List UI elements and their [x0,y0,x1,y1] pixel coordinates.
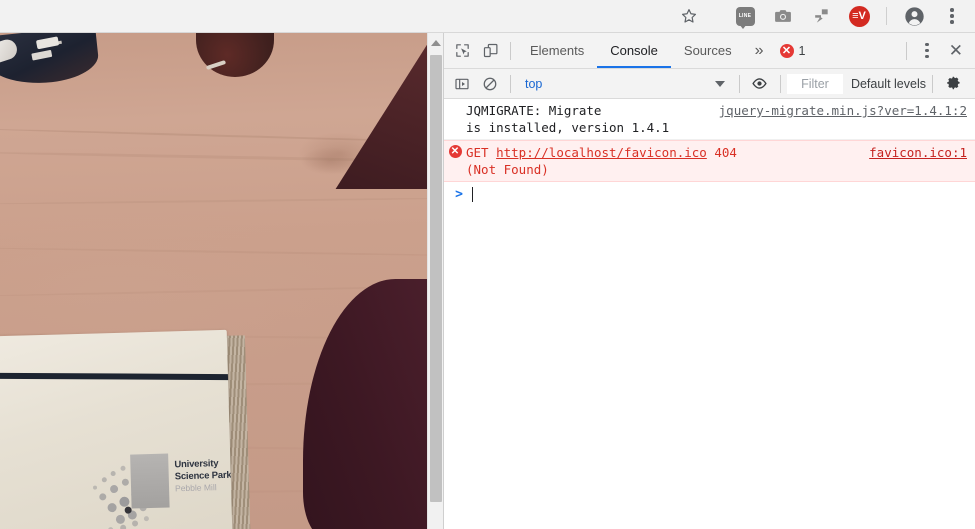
error-source-link[interactable]: favicon.ico:1 [869,144,967,161]
console-text-cursor [472,187,473,202]
console-message-log[interactable]: JQMIGRATE: Migrate is installed, version… [444,99,975,140]
console-sidebar-icon[interactable] [448,70,476,98]
devtools-kebab-menu-icon[interactable] [913,37,941,65]
live-expression-eye-icon[interactable] [746,70,774,98]
console-message-error[interactable]: ✕ GET http://localhost/favicon.ico 404 (… [444,140,975,182]
tabbar-right-group: ✕ [900,37,971,65]
devtools-tabbar: Elements Console Sources » ✕ 1 ✕ [444,33,975,69]
tab-console-label: Console [610,43,658,58]
message-text-line-2: is installed, version 1.4.1 [466,120,670,135]
pin-extension-icon[interactable] [806,1,836,31]
book-cover-rule [0,372,233,381]
filterbar-divider-3 [779,74,781,93]
tab-elements-label: Elements [530,43,585,58]
book-cover: University Science Park Pebble Mill [0,329,233,529]
message-text-line-1: JQMIGRATE: Migrate [466,103,602,118]
line-icon-label: LINE [738,12,752,19]
error-status-detail: (Not Found) [466,162,549,177]
page-viewport: University Science Park Pebble Mill [0,33,443,529]
console-filter-bar: top Filter Default levels [444,69,975,99]
console-filter-input[interactable]: Filter [786,73,843,94]
book-logo-block [130,453,170,509]
profile-avatar-icon[interactable] [899,1,929,31]
dark-object-top-center [196,33,274,77]
dark-object-top-left [0,33,101,89]
filterbar-divider-2 [738,74,740,93]
error-count-label: 1 [798,43,806,58]
log-levels-dropdown[interactable]: Default levels [851,77,926,91]
bookmark-star-icon[interactable] [674,1,704,31]
tab-sources[interactable]: Sources [671,33,745,68]
console-output[interactable]: JQMIGRATE: Migrate is installed, version… [444,99,975,529]
error-gutter: ✕ [444,144,466,178]
tab-console[interactable]: Console [597,33,671,68]
console-prompt-row[interactable]: > [444,182,975,207]
error-circle-icon: ✕ [779,43,794,58]
browser-toolbar: LINE ≡V [0,0,975,33]
error-circle-icon-small: ✕ [448,145,462,158]
close-devtools-icon[interactable]: ✕ [941,42,971,59]
expressvpn-extension-icon[interactable]: ≡V [844,1,874,31]
settings-gear-icon[interactable] [939,70,967,98]
filterbar-divider-4 [932,74,933,93]
book-title-line-2: Science Park [174,469,232,482]
tabbar-divider [510,41,511,60]
console-context-label: top [525,76,543,91]
expressvpn-icon-label: ≡V [848,5,870,27]
console-filter-placeholder: Filter [801,76,829,91]
error-url-link[interactable]: http://localhost/favicon.ico [496,145,707,160]
console-prompt-icon: > [455,187,463,202]
error-count-badge[interactable]: ✕ 1 [779,43,806,58]
line-messenger-extension-icon[interactable]: LINE [730,1,760,31]
maroon-object-top-right [335,33,427,189]
screenshot-camera-extension-icon[interactable] [768,1,798,31]
tab-elements[interactable]: Elements [517,33,597,68]
log-levels-label: Default levels [850,76,926,91]
maroon-bag-bottom-right [303,279,427,529]
scroll-up-arrow-icon[interactable] [430,40,441,46]
toggle-device-toolbar-icon[interactable] [476,37,504,65]
book-on-desk: University Science Park Pebble Mill [0,329,253,529]
toolbar-divider [886,7,887,25]
tabbar-divider-right [905,41,907,60]
screen: LINE ≡V University Science Park Pebble M… [0,0,975,529]
chevron-down-icon[interactable] [714,80,725,87]
book-title-text: University Science Park Pebble Mill [174,457,233,494]
scrollbar-thumb[interactable] [430,55,442,502]
clear-console-icon[interactable] [476,70,504,98]
tab-sources-label: Sources [683,43,732,58]
desk-photo: University Science Park Pebble Mill [0,33,427,529]
devtools-panel: Elements Console Sources » ✕ 1 ✕ top Fil… [443,33,975,529]
error-status-code: 404 [714,145,737,160]
message-source-link[interactable]: jquery-migrate.min.js?ver=1.4.1:2 [719,102,967,119]
more-tabs-chevron-icon[interactable]: » [745,42,774,59]
error-method: GET [466,145,489,160]
book-title-line-3: Pebble Mill [174,482,217,494]
filterbar-divider-1 [510,74,511,93]
chrome-menu-icon[interactable] [937,1,967,31]
page-scrollbar[interactable] [427,33,443,529]
console-context-selector[interactable]: top [517,73,733,95]
inspect-element-icon[interactable] [448,37,476,65]
message-gutter [444,102,466,136]
